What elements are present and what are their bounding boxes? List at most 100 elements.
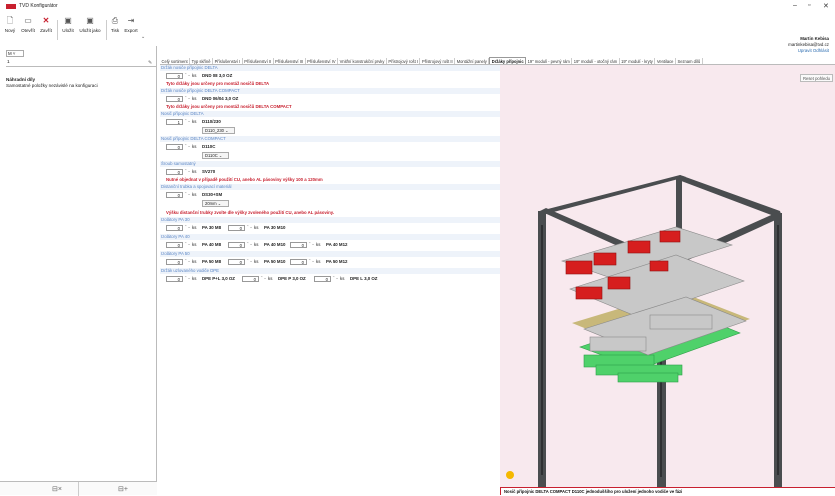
project-panel: M ˅ 1 ✎ Náhradní díly Samostatné položky… — [0, 46, 157, 496]
part-row: 0 ⌃⌄ ks DND 08 3,0 OZ — [160, 71, 500, 80]
spinner-icon[interactable]: ⌃⌄ — [184, 191, 191, 196]
quantity-input[interactable]: 0 — [166, 275, 183, 282]
unit-label: ks — [340, 276, 345, 281]
save-button-label: Uložit — [62, 28, 74, 33]
spinner-icon[interactable]: ⌃⌄ — [308, 258, 315, 263]
part-code: PA 50 M8 — [202, 259, 222, 264]
part-code: DND 06/04 3,0 OZ — [202, 96, 239, 101]
tab[interactable]: Držáky přípojnic — [489, 57, 527, 64]
tab[interactable]: Přístrojový rošt II — [420, 58, 456, 64]
spinner-icon[interactable]: ⌃⌄ — [184, 118, 191, 123]
quantity-input[interactable]: 0 — [166, 191, 183, 198]
unit-label: ks — [316, 242, 321, 247]
tab[interactable]: Příslušenství III — [274, 58, 306, 64]
length-select[interactable]: 20mm ⌄ — [202, 200, 229, 207]
spinner-icon[interactable]: ⌃⌄ — [308, 241, 315, 246]
part-row: 0 ⌃⌄ ks SV270 — [160, 167, 500, 176]
maximize-button[interactable]: ▫ — [808, 2, 810, 9]
tab[interactable]: Příslušenství II — [243, 58, 274, 64]
spinner-icon[interactable]: ⌃⌄ — [184, 275, 191, 280]
part-row: 0 ⌃⌄ ks PA 30 M8 0 ⌃⌄ ks PA 30 M10 — [160, 223, 500, 232]
unit-label: ks — [192, 73, 197, 78]
tab[interactable]: Seznam dílů — [676, 58, 703, 64]
spinner-icon[interactable]: ⌃⌄ — [184, 224, 191, 229]
spinner-icon[interactable]: ⌃⌄ — [184, 241, 191, 246]
unit-label: ks — [192, 259, 197, 264]
part-code: D110/230 — [202, 119, 221, 124]
unit-label: ks — [268, 276, 273, 281]
spinner-icon[interactable]: ⌃⌄ — [246, 224, 253, 229]
tab[interactable]: Typ skříně — [190, 58, 214, 64]
quantity-input[interactable]: 0 — [166, 95, 183, 102]
tab[interactable]: Příslušenství IV — [306, 58, 339, 64]
selected-item[interactable]: Náhradní díly Samostatné položky nezávis… — [6, 77, 154, 94]
project-number[interactable]: 1 — [6, 58, 156, 67]
part-code: SV270 — [202, 169, 216, 174]
quantity-input[interactable]: 0 — [228, 224, 245, 231]
3d-view[interactable]: Reset pohledu — [500, 65, 835, 487]
tab[interactable]: Ventilace — [655, 58, 676, 64]
quantity-input[interactable]: 0 — [314, 275, 331, 282]
quantity-input[interactable]: 0 — [228, 241, 245, 248]
cabinet-3d-model — [506, 175, 782, 487]
spinner-icon[interactable]: ⌃⌄ — [184, 143, 191, 148]
save-as-button[interactable]: ▣ Uložit jako — [77, 16, 103, 33]
quantity-input[interactable]: 1 — [166, 118, 183, 125]
panel-footer: ⊟× ⊟+ — [0, 481, 157, 496]
add-item-button[interactable]: ⊟+ — [118, 485, 128, 493]
new-button[interactable]: 🗋 Nový — [4, 16, 16, 33]
quantity-input[interactable]: 0 — [166, 72, 183, 79]
quantity-input[interactable]: 0 — [242, 275, 259, 282]
quantity-input[interactable]: 0 — [228, 258, 245, 265]
quantity-input[interactable]: 0 — [166, 168, 183, 175]
quantity-input[interactable]: 0 — [166, 241, 183, 248]
length-select-value: 20mm — [205, 201, 217, 206]
variant-select[interactable]: D110_230 ⌄ — [202, 127, 235, 134]
part-code: DND 08 3,0 OZ — [202, 73, 233, 78]
user-links[interactable]: Upravit Odhlásit — [788, 48, 829, 54]
part-row: 0 ⌃⌄ ks D110C D110C ⌄ — [160, 142, 500, 161]
spinner-icon[interactable]: ⌃⌄ — [246, 258, 253, 263]
save-button[interactable]: ▣ Uložit — [60, 16, 76, 33]
unit-label: ks — [192, 144, 197, 149]
quantity-input[interactable]: 0 — [166, 258, 183, 265]
quantity-input[interactable]: 0 — [290, 241, 307, 248]
spinner-icon[interactable]: ⌃⌄ — [184, 168, 191, 173]
spinner-icon[interactable]: ⌃⌄ — [246, 241, 253, 246]
spinner-icon[interactable]: ⌃⌄ — [184, 258, 191, 263]
variant-select[interactable]: D110C ⌄ — [202, 152, 229, 159]
tab[interactable]: 19" modulí - otočný rám — [572, 58, 620, 64]
print-button[interactable]: ⎙ Tisk — [109, 16, 121, 33]
tab[interactable]: 19" modulí - kryty — [620, 58, 656, 64]
spinner-icon[interactable]: ⌃⌄ — [332, 275, 339, 280]
close-window-button[interactable]: ✕ — [823, 2, 829, 10]
spinner-icon[interactable]: ⌃⌄ — [184, 72, 191, 77]
variant-select-value: D110C — [205, 153, 218, 158]
mode-select[interactable]: M ˅ — [6, 50, 24, 57]
minimize-button[interactable]: – — [793, 2, 797, 9]
tab[interactable]: Celý sortiment — [160, 58, 191, 64]
quantity-input[interactable]: 0 — [166, 224, 183, 231]
open-button[interactable]: ▭ Otevřít — [19, 16, 37, 33]
tab[interactable]: 19" modulí - pevný rám — [526, 58, 573, 64]
toolbar-overflow-button[interactable]: ⌄ — [141, 34, 145, 40]
tab[interactable]: Montážní panely — [455, 58, 490, 64]
close-button[interactable]: ✕ Zavřít — [38, 16, 54, 33]
quantity-input[interactable]: 0 — [290, 258, 307, 265]
export-button[interactable]: ⇥ Export — [122, 16, 140, 33]
quantity-input[interactable]: 0 — [166, 143, 183, 150]
edit-icon[interactable]: ✎ — [148, 60, 152, 66]
spinner-icon[interactable]: ⌃⌄ — [184, 95, 191, 100]
tab[interactable]: Příslušenství I — [213, 58, 243, 64]
close-button-label: Zavřít — [40, 28, 52, 33]
toolbar-separator — [106, 20, 107, 40]
part-row: 0 ⌃⌄ ks DS30+SM 20mm ⌄ — [160, 190, 500, 209]
open-button-label: Otevřít — [21, 28, 35, 33]
tab[interactable]: Vnitřní konstrukční prvky — [338, 58, 387, 64]
export-icon: ⇥ — [127, 16, 135, 25]
reset-view-button[interactable]: Reset pohledu — [800, 74, 833, 82]
save-as-icon: ▣ — [86, 16, 94, 25]
spinner-icon[interactable]: ⌃⌄ — [260, 275, 267, 280]
tab[interactable]: Přístrojový rošt I — [387, 58, 421, 64]
remove-item-button[interactable]: ⊟× — [52, 485, 62, 493]
